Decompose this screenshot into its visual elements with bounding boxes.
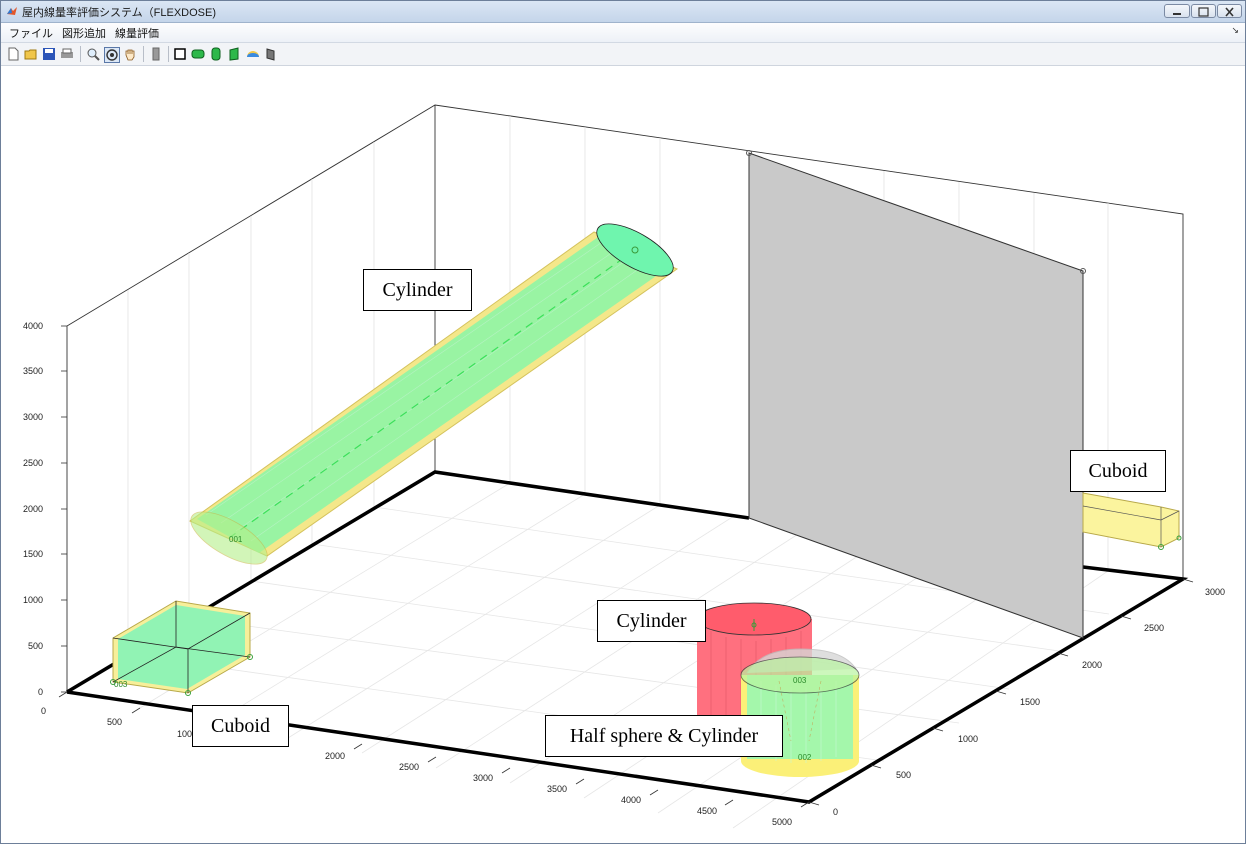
x-tick-label: 4000 [621, 795, 641, 805]
object-id-label: 002 [798, 753, 812, 762]
z-tick-label: 1500 [23, 549, 43, 559]
wall-plate[interactable] [746, 150, 1086, 639]
menu-dose-evaluation[interactable]: 線量評価 [115, 25, 159, 41]
minimize-icon [1173, 13, 1181, 15]
cylinder-diagonal[interactable]: 001 [183, 214, 680, 574]
app-window: 屋内線量率評価システム（FLEXDOSE) ファイル 図形追加 線量評価 ↘ 0… [0, 0, 1246, 844]
close-icon [1225, 7, 1234, 17]
new-file-icon[interactable] [6, 47, 20, 61]
object-id-label: 003 [114, 680, 128, 689]
open-folder-icon[interactable] [24, 47, 38, 61]
y-tick-label: 2000 [1082, 660, 1102, 670]
maximize-icon [1198, 7, 1209, 17]
cuboid-left[interactable]: 003 [110, 600, 253, 696]
half-sphere-cylinder[interactable]: 003 002 [740, 648, 860, 777]
window-title: 屋内線量率評価システム（FLEXDOSE) [22, 7, 217, 19]
x-tick-label: 5000 [772, 817, 792, 827]
x-tick-label: 0 [41, 706, 46, 716]
matlab-app-icon [7, 7, 17, 15]
menu-file[interactable]: ファイル [9, 25, 53, 41]
x-tick-label: 2000 [325, 751, 345, 761]
title-bar: 屋内線量率評価システム（FLEXDOSE) [1, 1, 1245, 23]
z-tick-label: 1000 [23, 595, 43, 605]
rotate-3d-icon[interactable] [104, 47, 120, 63]
maximize-button[interactable] [1191, 4, 1216, 18]
cylinder-vertical-icon[interactable] [209, 47, 223, 61]
x-tick-label: 2500 [399, 762, 419, 772]
x-tick-label: 3000 [473, 773, 493, 783]
x-tick-label: 4500 [697, 806, 717, 816]
toolbar-separator [143, 46, 144, 62]
zoom-icon[interactable] [86, 47, 100, 61]
close-button[interactable] [1217, 4, 1242, 18]
y-tick-label: 0 [833, 807, 838, 817]
plate-icon[interactable] [264, 47, 278, 61]
pan-hand-icon[interactable] [123, 47, 137, 61]
z-tick-label: 4000 [23, 321, 43, 331]
z-tick-label: 2500 [23, 458, 43, 468]
minimize-button[interactable] [1164, 4, 1190, 18]
annotation-cuboid-right: Cuboid [1070, 450, 1166, 492]
y-tick-label: 500 [896, 770, 911, 780]
menu-add-shape[interactable]: 図形追加 [62, 25, 106, 41]
cuboid-right[interactable] [1082, 492, 1182, 550]
z-axis: 0 500 1000 1500 2000 2500 3000 3500 4000 [23, 321, 67, 697]
z-tick-label: 3000 [23, 412, 43, 422]
toolbar-separator [80, 46, 81, 62]
cuboid-icon[interactable] [173, 47, 187, 61]
annotation-cylinder-top: Cylinder [363, 269, 472, 311]
menu-bar: ファイル 図形追加 線量評価 ↘ [1, 23, 1245, 43]
x-tick-label: 3500 [547, 784, 567, 794]
dock-arrow-icon[interactable]: ↘ [1231, 25, 1239, 36]
x-axis: 0 500 1000 2000 2500 3000 3500 4000 4500… [41, 691, 810, 827]
cylinder-icon[interactable] [191, 47, 205, 61]
grid-left-wall [127, 142, 375, 655]
object-id-label: 003 [793, 676, 807, 685]
z-tick-label: 0 [38, 687, 43, 697]
y-tick-label: 1000 [958, 734, 978, 744]
x-tick-label: 500 [107, 717, 122, 727]
print-icon[interactable] [60, 47, 74, 61]
z-tick-label: 3500 [23, 366, 43, 376]
toolbar-separator [168, 46, 169, 62]
y-tick-label: 3000 [1205, 587, 1225, 597]
z-tick-label: 2000 [23, 504, 43, 514]
cylinder-cut-icon[interactable] [227, 47, 241, 61]
y-tick-label: 1500 [1020, 697, 1040, 707]
wall-icon[interactable] [149, 47, 163, 61]
y-tick-label: 2500 [1144, 623, 1164, 633]
annotation-cylinder-mid: Cylinder [597, 600, 706, 642]
annotation-half-sphere-cylinder: Half sphere & Cylinder [545, 715, 783, 757]
toolbar [1, 43, 1245, 66]
half-sphere-icon[interactable] [246, 47, 260, 61]
z-tick-label: 500 [28, 641, 43, 651]
annotation-cuboid-left: Cuboid [192, 705, 289, 747]
save-icon[interactable] [42, 47, 56, 61]
object-id-label: 001 [229, 535, 243, 544]
